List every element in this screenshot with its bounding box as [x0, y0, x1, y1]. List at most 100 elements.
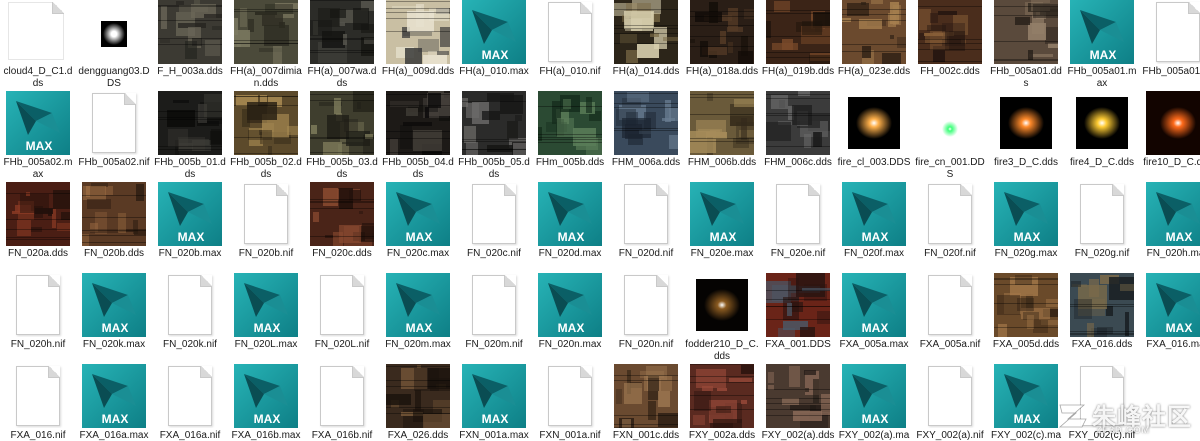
file-item[interactable]: FN_020f.nif — [913, 182, 987, 273]
file-item[interactable]: FHb_005a01.dds — [989, 0, 1063, 91]
file-item[interactable]: MAX FXA_016b.max — [229, 364, 303, 441]
file-item[interactable]: FHM_006c.dds — [761, 91, 835, 182]
file-item[interactable]: fire3_D_C.dds — [989, 91, 1063, 182]
file-item[interactable]: FXN_001a.nif — [533, 364, 607, 441]
file-item[interactable]: MAX FXN_001a.max — [457, 364, 531, 441]
file-item[interactable]: FH(a)_014.dds — [609, 0, 683, 91]
file-item[interactable]: cloud4_D_C1.dds — [1, 0, 75, 91]
file-thumbnail: MAX — [842, 273, 906, 337]
file-item[interactable]: FH(a)_007dimian.dds — [229, 0, 303, 91]
file-item[interactable]: FN_020c.nif — [457, 182, 531, 273]
file-item[interactable]: FHM_006a.dds — [609, 91, 683, 182]
file-item[interactable]: fire_cl_003.DDS — [837, 91, 911, 182]
file-thumbnail — [386, 364, 450, 428]
file-item[interactable]: FHb_005a01.nif — [1141, 0, 1200, 91]
file-item[interactable]: MAX FXY_002(c).max — [989, 364, 1063, 441]
file-item[interactable]: FN_020k.nif — [153, 273, 227, 364]
file-item[interactable]: FH(a)_019b.dds — [761, 0, 835, 91]
file-item[interactable]: MAX FXY_002(a).max — [837, 364, 911, 441]
file-item[interactable]: FXA_005a.nif — [913, 273, 987, 364]
file-item[interactable]: FHb_005b_01.dds — [153, 91, 227, 182]
file-item[interactable]: FHM_006b.dds — [685, 91, 759, 182]
file-item[interactable]: FHb_005a02.nif — [77, 91, 151, 182]
file-item[interactable]: MAX FN_020e.max — [685, 182, 759, 273]
file-item[interactable]: F_H_003a.dds — [153, 0, 227, 91]
document-file-icon — [16, 275, 60, 335]
file-thumbnail: MAX — [538, 273, 602, 337]
file-item[interactable]: FH(a)_018a.dds — [685, 0, 759, 91]
max-badge-text: MAX — [482, 48, 509, 62]
texture-thumbnail-icon — [386, 0, 450, 64]
file-name-label: fire10_D_C.dds — [1143, 157, 1200, 168]
file-item[interactable]: FXA_016a.nif — [153, 364, 227, 441]
file-item[interactable]: MAX FH(a)_010.max — [457, 0, 531, 91]
file-name-label: FXA_016.nif — [10, 430, 66, 441]
file-item[interactable]: FN_020a.dds — [1, 182, 75, 273]
file-item[interactable]: FXA_026.dds — [381, 364, 455, 441]
document-file-icon — [16, 366, 60, 426]
file-item[interactable]: MAX FN_020b.max — [153, 182, 227, 273]
file-item[interactable]: fire_cn_001.DDS — [913, 91, 987, 182]
file-item[interactable]: FN_020h.nif — [1, 273, 75, 364]
file-item[interactable]: FXA_016b.nif — [305, 364, 379, 441]
file-item[interactable]: FHb_005b_03.dds — [305, 91, 379, 182]
file-item[interactable]: FXY_002(a).dds — [761, 364, 835, 441]
file-item[interactable]: fire10_D_C.dds — [1141, 91, 1200, 182]
file-item[interactable]: FN_020b.dds — [77, 182, 151, 273]
file-item[interactable]: MAX FN_020h.max — [1141, 182, 1200, 273]
file-item[interactable]: MAX FN_020c.max — [381, 182, 455, 273]
file-item[interactable]: MAX FHb_005a02.max — [1, 91, 75, 182]
texture-thumbnail-icon — [158, 0, 222, 64]
file-item[interactable]: FHm_005b.dds — [533, 91, 607, 182]
file-name-label: FHb_005b_03.dds — [306, 157, 378, 180]
file-item[interactable]: MAX FXA_005a.max — [837, 273, 911, 364]
file-item[interactable]: dengguang03.DDS — [77, 0, 151, 91]
file-item[interactable]: FHb_005b_05.dds — [457, 91, 531, 182]
file-item[interactable]: fire4_D_C.dds — [1065, 91, 1139, 182]
file-item[interactable]: FXN_001c.dds — [609, 364, 683, 441]
file-item[interactable]: MAX FN_020m.max — [381, 273, 455, 364]
file-item[interactable]: MAX FN_020n.max — [533, 273, 607, 364]
file-item[interactable]: FN_020g.nif — [1065, 182, 1139, 273]
file-item[interactable]: FH(a)_023e.dds — [837, 0, 911, 91]
texture-thumbnail-icon — [766, 91, 830, 155]
file-item[interactable]: FHb_005b_02.dds — [229, 91, 303, 182]
file-item[interactable]: MAX FN_020f.max — [837, 182, 911, 273]
file-thumbnail — [614, 364, 678, 428]
file-name-label: fodder210_D_C.dds — [685, 339, 759, 362]
file-item[interactable]: FN_020L.nif — [305, 273, 379, 364]
file-item[interactable]: FXY_002(a).nif — [913, 364, 987, 441]
file-item[interactable]: FN_020m.nif — [457, 273, 531, 364]
file-item[interactable]: MAX FHb_005a01.max — [1065, 0, 1139, 91]
document-file-icon — [472, 184, 516, 244]
file-item[interactable]: FHb_005b_04.dds — [381, 91, 455, 182]
file-item[interactable]: FXA_001.DDS — [761, 273, 835, 364]
file-item[interactable]: FXY_002(c).nif — [1065, 364, 1139, 441]
file-item[interactable]: MAX FN_020g.max — [989, 182, 1063, 273]
file-item[interactable]: FXA_016.nif — [1, 364, 75, 441]
file-item[interactable]: MAX FN_020k.max — [77, 273, 151, 364]
document-file-icon — [928, 366, 972, 426]
file-item[interactable]: FN_020d.nif — [609, 182, 683, 273]
file-item[interactable]: FXA_005d.dds — [989, 273, 1063, 364]
document-file-icon — [624, 184, 668, 244]
file-item[interactable]: MAX FXA_016.max — [1141, 273, 1200, 364]
file-item[interactable]: FH(a)_009d.dds — [381, 0, 455, 91]
file-item[interactable]: FN_020c.dds — [305, 182, 379, 273]
file-name-label: FXA_016b.max — [231, 430, 301, 441]
file-item[interactable]: FN_020b.nif — [229, 182, 303, 273]
file-item[interactable]: MAX FN_020L.max — [229, 273, 303, 364]
file-item[interactable]: fodder210_D_C.dds — [685, 273, 759, 364]
file-item[interactable]: FN_020e.nif — [761, 182, 835, 273]
file-item[interactable]: FH(a)_007wa.dds — [305, 0, 379, 91]
file-item[interactable]: MAX FXA_016a.max — [77, 364, 151, 441]
file-item[interactable]: FH_002c.dds — [913, 0, 987, 91]
file-item[interactable]: FN_020n.nif — [609, 273, 683, 364]
file-item[interactable]: FXY_002a.dds — [685, 364, 759, 441]
file-thumbnail — [1070, 273, 1134, 337]
file-name-label: FXA_016a.max — [79, 430, 149, 441]
file-item[interactable]: FXA_016.dds — [1065, 273, 1139, 364]
file-item[interactable]: FH(a)_010.nif — [533, 0, 607, 91]
file-item[interactable]: MAX FN_020d.max — [533, 182, 607, 273]
file-thumbnail — [158, 91, 222, 155]
